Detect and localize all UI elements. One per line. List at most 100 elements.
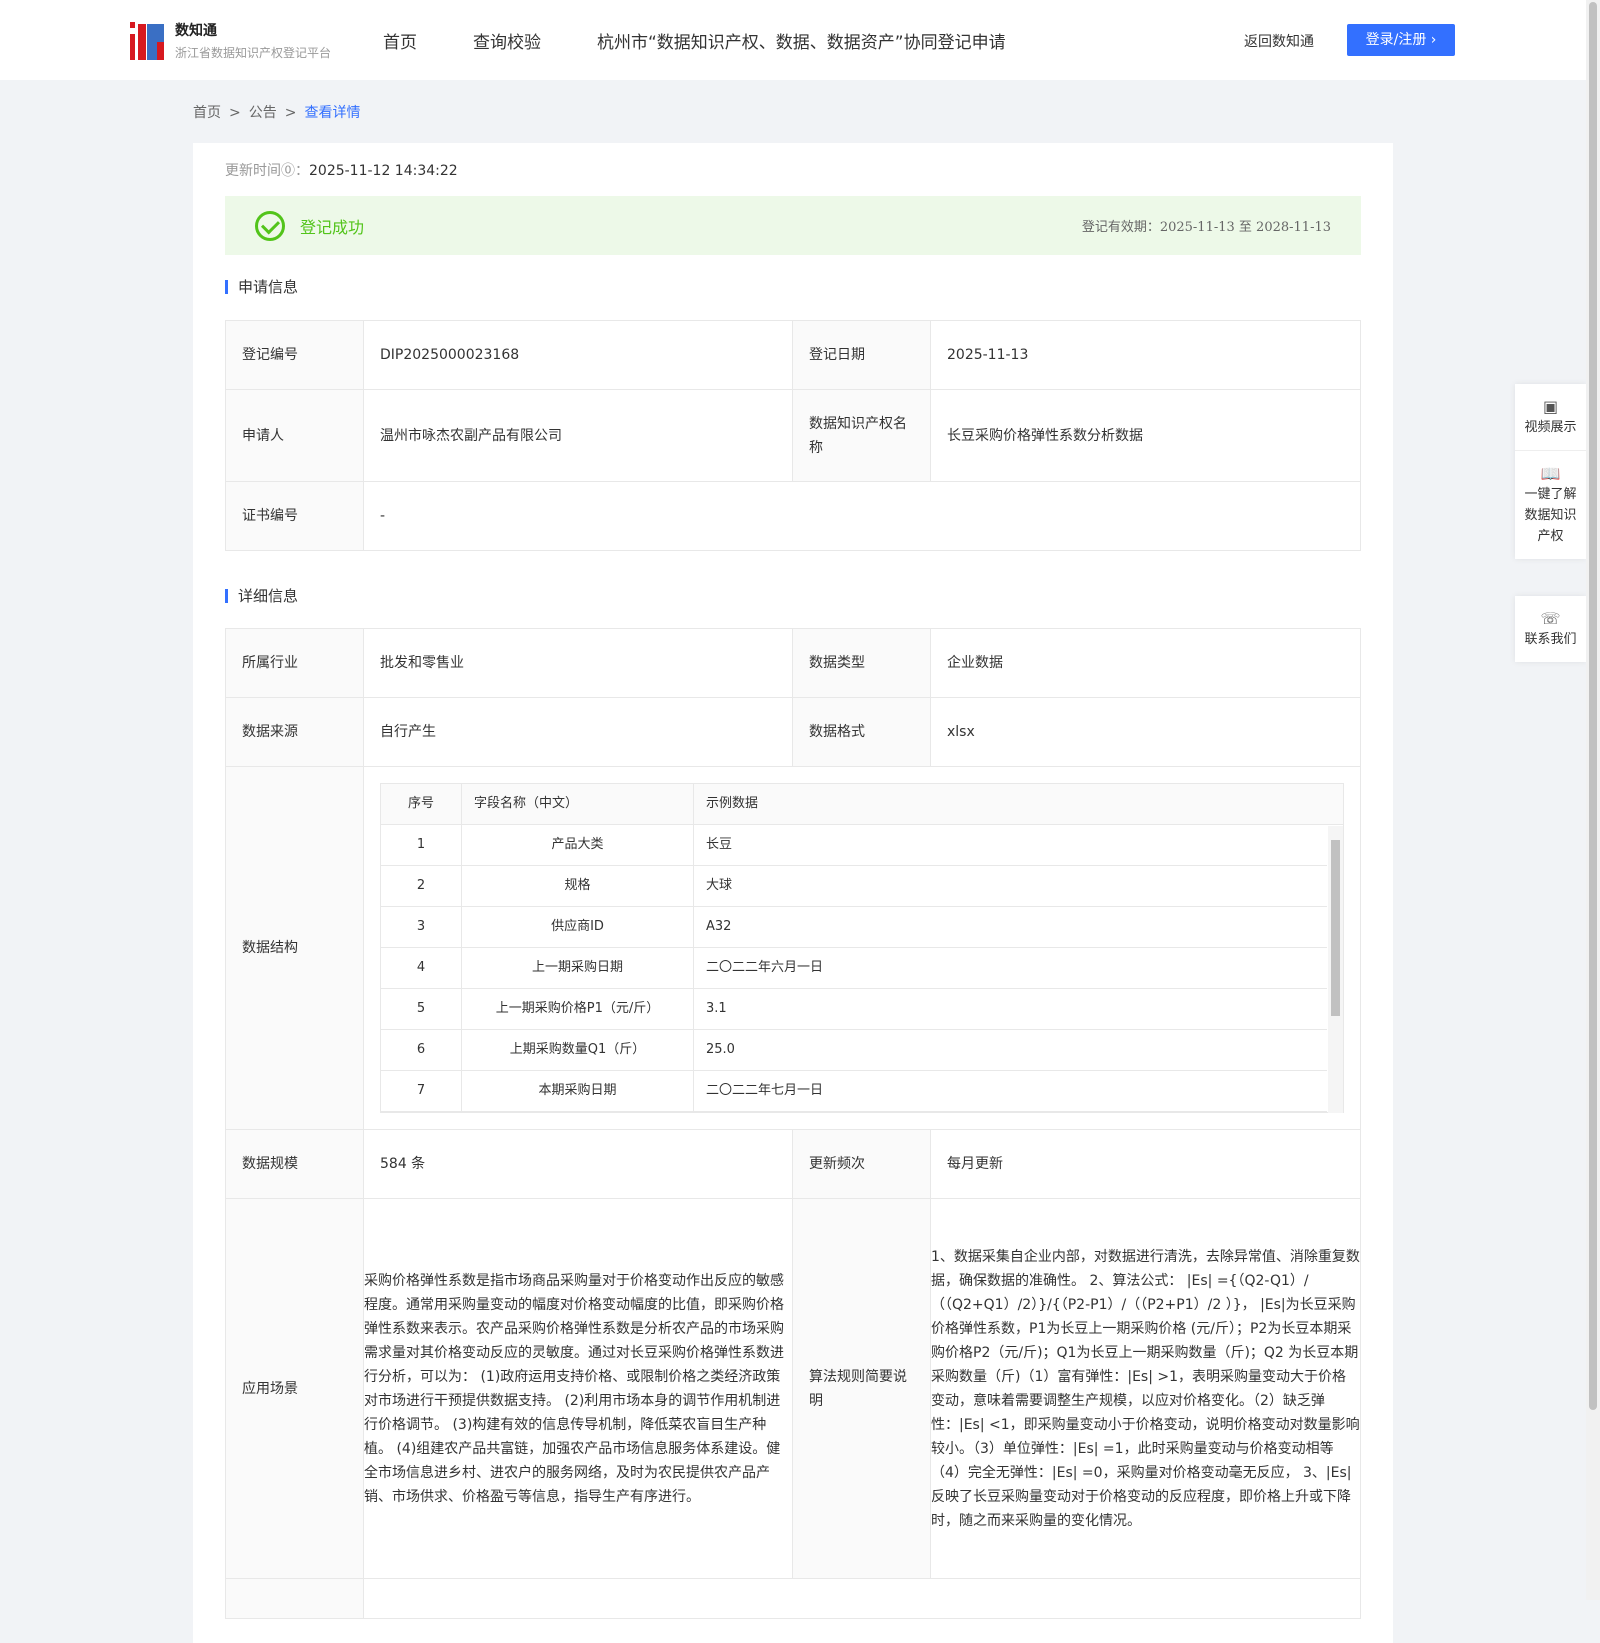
structure-row: 2 规格 大球 xyxy=(381,866,1327,907)
page-scrollbar[interactable] xyxy=(1586,0,1600,1600)
side-widget: ▣ 视频展示 📖 一键了解数据知识产权 xyxy=(1515,384,1586,559)
label: 数据来源 xyxy=(225,697,364,767)
structure-scrollbar[interactable] xyxy=(1328,826,1343,1113)
structure-cell: 3 xyxy=(381,907,462,947)
crumb-current: 查看详情 xyxy=(304,105,361,121)
structure-cell: A32 xyxy=(706,919,732,934)
learn-button[interactable]: 📖 一键了解数据知识产权 xyxy=(1515,451,1586,559)
logo-icon xyxy=(130,21,165,60)
learn-label: 一键了解数据知识产权 xyxy=(1524,487,1577,544)
book-icon: 📖 xyxy=(1540,464,1561,483)
structure-cell: 规格 xyxy=(462,866,694,906)
structure-cell: 4 xyxy=(381,948,462,988)
label: 算法规则简要说明 xyxy=(792,1198,931,1579)
structure-cell: 7 xyxy=(381,1071,462,1111)
phone-icon: ☏ xyxy=(1540,609,1561,628)
label: 申请人 xyxy=(225,389,364,482)
back-link[interactable]: 返回数知通 xyxy=(1244,31,1314,51)
structure-header: 序号 字段名称（中文） 示例数据 xyxy=(381,784,1343,825)
applicant: 温州市咏杰农副产品有限公司 xyxy=(363,389,793,482)
contact-label: 联系我们 xyxy=(1524,632,1577,647)
update-frequency: 每月更新 xyxy=(930,1129,1361,1199)
col-header: 示例数据 xyxy=(706,796,759,811)
structure-cell: 2 xyxy=(381,866,462,906)
industry: 批发和零售业 xyxy=(363,628,793,698)
label: 证书编号 xyxy=(225,481,364,551)
update-time: 更新时间⓪：2025-11-12 14:34:22 xyxy=(225,160,458,180)
structure-row: 7 本期采购日期 二〇二二年七月一日 xyxy=(381,1071,1327,1112)
video-icon: ▣ xyxy=(1542,397,1559,416)
structure-row: 3 供应商ID A32 xyxy=(381,907,1327,948)
contact-button[interactable]: ☏ 联系我们 xyxy=(1515,596,1586,662)
data-type: 企业数据 xyxy=(930,628,1361,698)
label: 数据知识产权名称 xyxy=(792,389,931,482)
structure-cell: 长豆 xyxy=(706,837,733,852)
label: 所属行业 xyxy=(225,628,364,698)
structure-cell: 本期采购日期 xyxy=(462,1071,694,1111)
breadcrumb: 首页 > 公告 > 查看详情 xyxy=(193,105,361,121)
structure-cell: 大球 xyxy=(706,878,733,893)
crumb-home[interactable]: 首页 xyxy=(193,105,221,121)
update-value: 2025-11-12 14:34:22 xyxy=(309,163,458,179)
structure-cell: 供应商ID xyxy=(462,907,694,947)
structure-row: 6 上期采购数量Q1（斤） 25.0 xyxy=(381,1030,1327,1071)
reg-date: 2025-11-13 xyxy=(930,320,1361,390)
label: 数据结构 xyxy=(225,766,364,1130)
data-scale: 584 条 xyxy=(363,1129,793,1199)
structure-body[interactable]: 1 产品大类 长豆 2 规格 大球 3 供应商ID A32 4 上一期采购日期 二〇二二年六月一日 5 上… xyxy=(381,825,1343,1112)
label: 登记编号 xyxy=(225,320,364,390)
structure-cell: 二〇二二年七月一日 xyxy=(706,1083,824,1098)
ip-name: 长豆采购价格弹性系数分析数据 xyxy=(930,389,1361,482)
nav-query[interactable]: 查询校验 xyxy=(473,28,541,53)
structure-cell: 产品大类 xyxy=(462,825,694,865)
structure-cell: 3.1 xyxy=(706,1001,727,1016)
structure-cell: 25.0 xyxy=(706,1042,735,1057)
label: 更新频次 xyxy=(792,1129,931,1199)
logo-subtitle: 浙江省数据知识产权登记平台 xyxy=(175,46,332,60)
algorithm-description: 1、数据采集自企业内部，对数据进行清洗，去除异常值、消除重复数据，确保数据的准确… xyxy=(930,1198,1361,1579)
status-text: 登记成功 xyxy=(300,217,365,237)
application-scene: 采购价格弹性系数是指市场商品采购量对于价格变动作出反应的敏感程度。通常用采购量变… xyxy=(363,1198,793,1579)
structure-cell: 1 xyxy=(381,825,462,865)
nav-hangzhou-apply[interactable]: 杭州市“数据知识产权、数据、数据资产”协同登记申请 xyxy=(597,28,1006,53)
apply-table: 登记编号 DIP2025000023168 登记日期 2025-11-13 申请人 温州… xyxy=(225,320,1361,551)
structure-row: 1 产品大类 长豆 xyxy=(381,825,1327,866)
update-label: 更新时间⓪： xyxy=(225,163,309,179)
structure-row: 5 上一期采购价格P1（元/斤） 3.1 xyxy=(381,989,1327,1030)
structure-cell: 二〇二二年六月一日 xyxy=(706,960,824,975)
col-header: 序号 xyxy=(381,784,462,824)
section-detail-title: 详细信息 xyxy=(225,589,298,604)
cert-no: - xyxy=(363,481,1361,551)
section-apply-title: 申请信息 xyxy=(225,280,298,295)
structure-cell: 5 xyxy=(381,989,462,1029)
status-banner: 登记成功 登记有效期：2025-11-13 至 2028-11-13 xyxy=(225,196,1361,255)
main-nav: 首页 查询校验 杭州市“数据知识产权、数据、数据资产”协同登记申请 xyxy=(383,28,1062,53)
logo[interactable]: 数知通 浙江省数据知识产权登记平台 xyxy=(130,20,331,61)
label: 应用场景 xyxy=(225,1198,364,1579)
structure-cell: 上期采购数量Q1（斤） xyxy=(462,1030,694,1070)
nav-home[interactable]: 首页 xyxy=(383,28,417,53)
structure-cell: 6 xyxy=(381,1030,462,1070)
top-header: 数知通 浙江省数据知识产权登记平台 首页 查询校验 杭州市“数据知识产权、数据、… xyxy=(0,0,1586,80)
check-circle-icon xyxy=(255,210,285,241)
crumb-notice[interactable]: 公告 xyxy=(249,105,277,121)
label: 登记日期 xyxy=(792,320,931,390)
reg-no: DIP2025000023168 xyxy=(363,320,793,390)
login-button[interactable]: 登录/注册 › xyxy=(1347,24,1455,56)
logo-title: 数知通 xyxy=(175,23,217,39)
video-button[interactable]: ▣ 视频展示 xyxy=(1515,384,1586,451)
col-header: 字段名称（中文） xyxy=(462,784,694,824)
data-format: xlsx xyxy=(930,697,1361,767)
detail-card: 更新时间⓪：2025-11-12 14:34:22 登记成功 登记有效期：202… xyxy=(193,143,1393,1643)
structure-cell: 上一期采购日期 xyxy=(462,948,694,988)
label: 数据规模 xyxy=(225,1129,364,1199)
contact-widget: ☏ 联系我们 xyxy=(1515,596,1586,662)
structure-cell: 上一期采购价格P1（元/斤） xyxy=(462,989,694,1029)
label: 数据格式 xyxy=(792,697,931,767)
structure-table: 序号 字段名称（中文） 示例数据 1 产品大类 长豆 2 规格 大球 3 供应商ID A32 4 上… xyxy=(380,783,1344,1113)
detail-table: 所属行业 批发和零售业 数据类型 企业数据 数据来源 自行产生 数据格式 xlsx 数据结构… xyxy=(225,628,1361,1619)
data-source: 自行产生 xyxy=(363,697,793,767)
validity-period: 登记有效期：2025-11-13 至 2028-11-13 xyxy=(1081,220,1331,235)
label: 数据类型 xyxy=(792,628,931,698)
video-label: 视频展示 xyxy=(1524,420,1577,435)
